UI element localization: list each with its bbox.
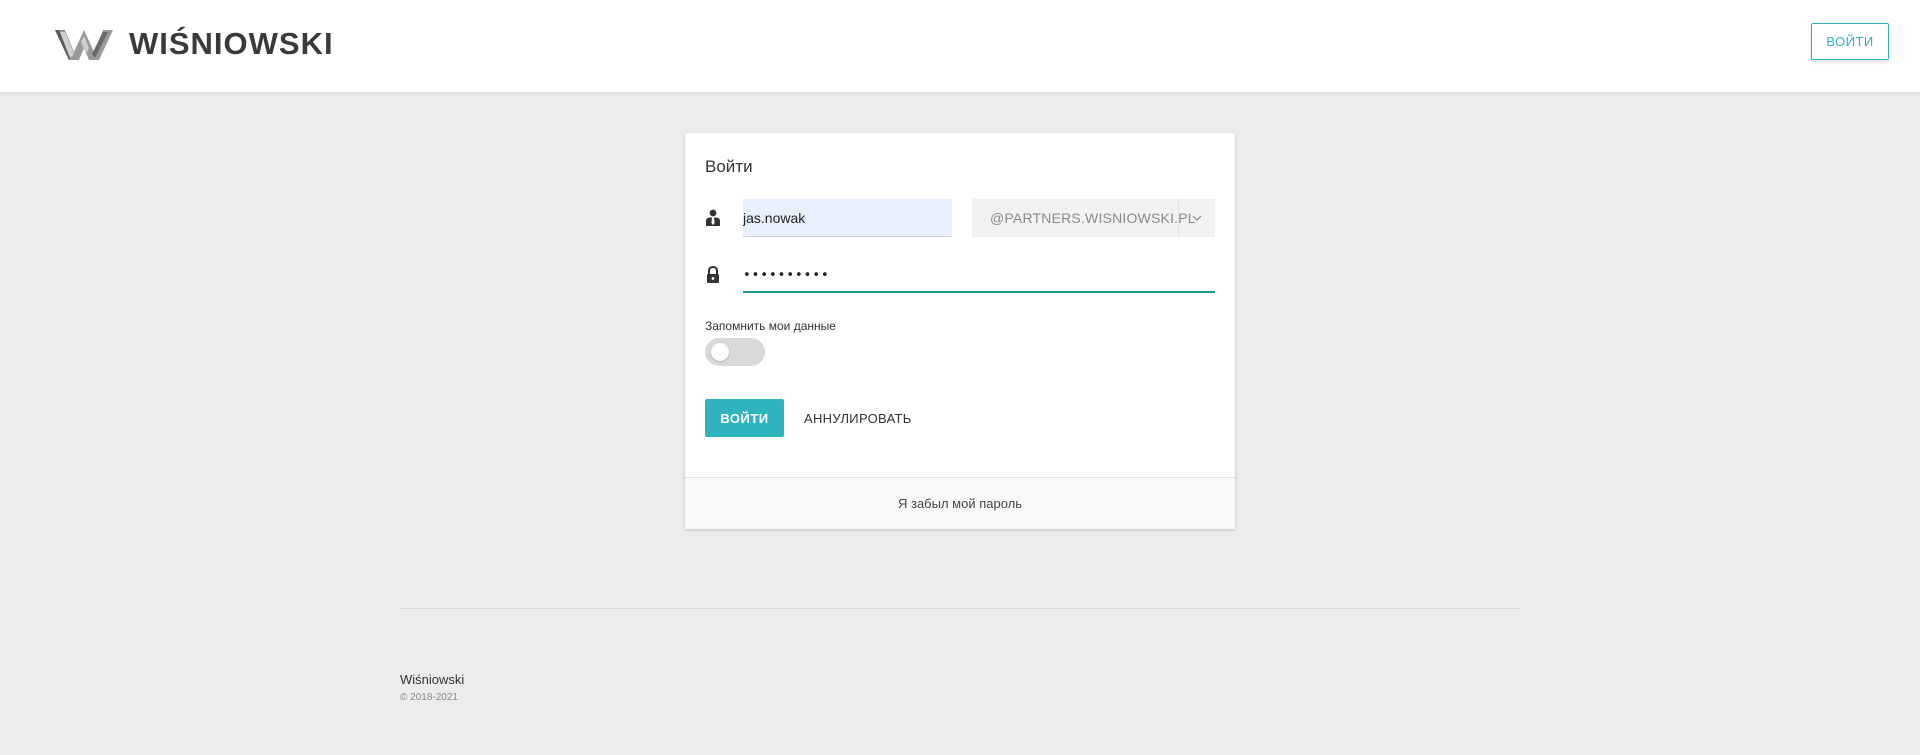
login-submit-button[interactable]: ВОЙТИ [705, 399, 784, 437]
lock-icon [706, 265, 722, 284]
login-title: Войти [705, 157, 753, 176]
user-tie-icon [706, 209, 722, 227]
domain-select[interactable]: @PARTNERS.WISNIOWSKI.PL [972, 199, 1215, 237]
brand-name: WIŚNIOWSKI [129, 26, 334, 61]
footer-copyright: © 2018-2021 [400, 692, 458, 703]
toggle-knob [711, 343, 729, 361]
username-input[interactable] [743, 199, 952, 237]
wisniowski-logo-icon [55, 28, 113, 60]
login-card: Войти @PARTNERS.WISNIOWSKI.PL Запомнить … [685, 133, 1235, 529]
chevron-down-icon[interactable] [1178, 199, 1215, 237]
top-navbar: WIŚNIOWSKI ВОЙТИ [0, 0, 1920, 92]
password-input[interactable] [743, 259, 1215, 293]
cancel-button[interactable]: АННУЛИРОВАТЬ [804, 399, 912, 437]
remember-me-toggle[interactable] [705, 338, 765, 366]
card-footer: Я забыл мой пароль [685, 477, 1235, 529]
footer-brand: Wiśniowski [400, 672, 465, 687]
footer-divider [400, 608, 1520, 609]
remember-me-label: Запомнить мои данные [705, 319, 836, 333]
domain-select-value: @PARTNERS.WISNIOWSKI.PL [990, 210, 1196, 226]
forgot-password-link[interactable]: Я забыл мой пароль [898, 496, 1022, 511]
header-login-button[interactable]: ВОЙТИ [1811, 23, 1889, 60]
brand-logo[interactable]: WIŚNIOWSKI [55, 24, 334, 64]
